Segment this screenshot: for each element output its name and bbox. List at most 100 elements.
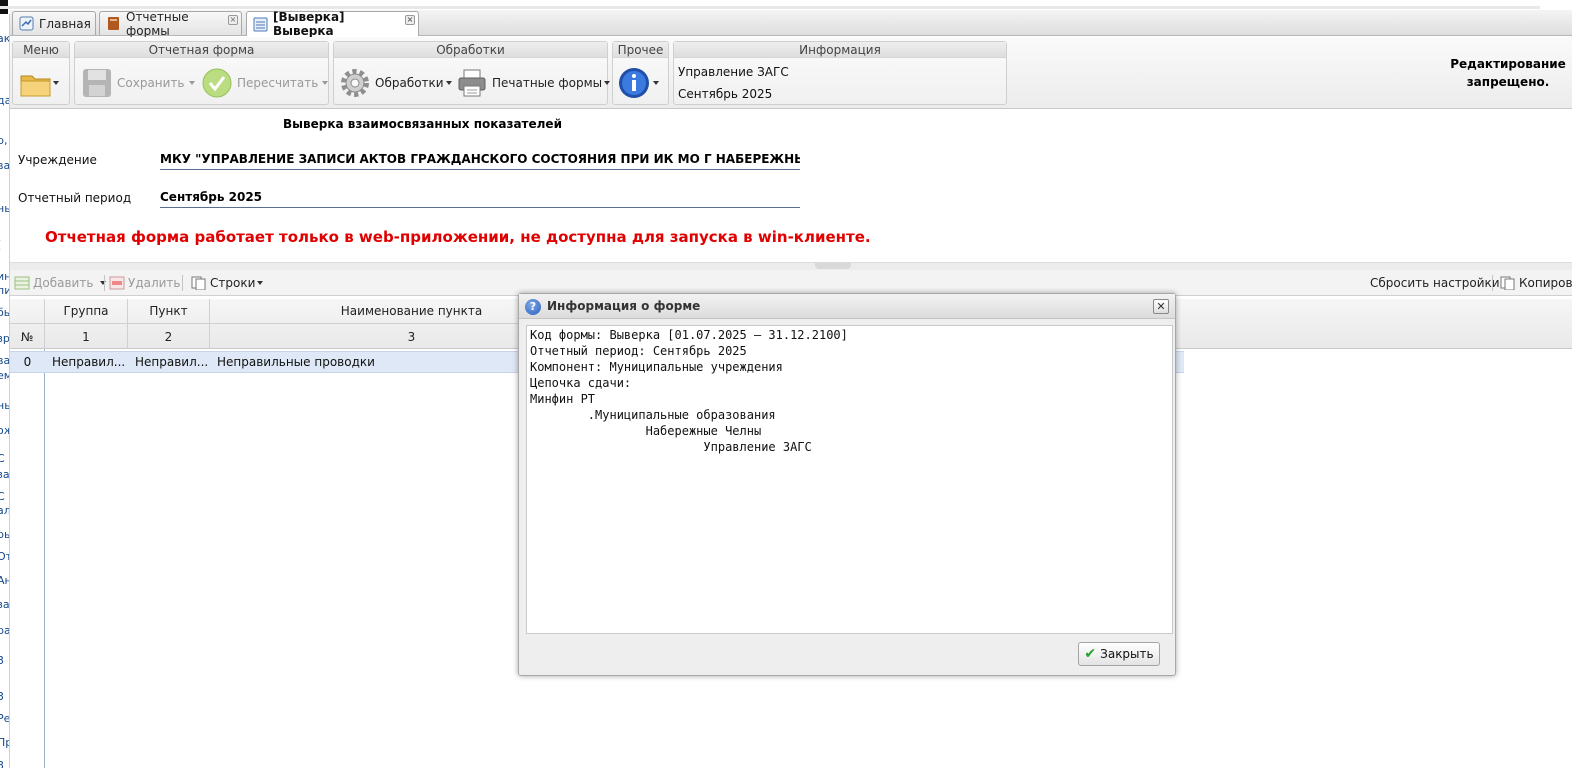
information-group: Информация Управление ЗАГС Сентябрь 2025: [673, 41, 1007, 105]
tab-label: [Выверка] Выверка: [273, 10, 345, 38]
rows-label: Строки: [210, 276, 256, 290]
header-empty: [10, 299, 45, 324]
tab-label: Главная: [39, 16, 91, 31]
tab-report-forms[interactable]: Отчетные формы ×: [99, 9, 242, 38]
sidebar-fragment[interactable]: ак: [0, 32, 9, 45]
sidebar-fragment[interactable]: С: [0, 490, 9, 503]
form-title: Выверка взаимосвязанных показателей: [283, 117, 562, 131]
sidebar-fragment[interactable]: С: [0, 452, 9, 465]
editing-forbidden-label: Редактирование запрещено.: [1450, 57, 1566, 89]
sidebar-fragment[interactable]: 3: [0, 759, 9, 768]
tab-main[interactable]: Главная: [12, 11, 96, 35]
row-number-column: [10, 349, 45, 768]
cell-item[interactable]: Неправил...: [128, 352, 210, 372]
sidebar-fragment[interactable]: Пр: [0, 736, 9, 749]
sidebar-fragment[interactable]: да: [0, 94, 9, 107]
help-icon: ?: [525, 299, 541, 315]
delete-row-icon: [109, 276, 125, 290]
dialog-header[interactable]: ? Информация о форме ✕: [519, 294, 1175, 319]
close-button[interactable]: ✔ Закрыть: [1078, 642, 1160, 666]
sidebar-fragment[interactable]: От: [0, 550, 9, 563]
group-title: Прочее: [613, 42, 668, 58]
header-col-1: 1: [45, 324, 128, 349]
sidebar-fragment[interactable]: за: [0, 468, 9, 481]
cell-item-name[interactable]: Неправильные проводки: [210, 352, 510, 372]
form-header: Выверка взаимосвязанных показателей Учре…: [10, 110, 1572, 262]
sidebar-fragment[interactable]: зр: [0, 332, 9, 345]
sidebar-fragment[interactable]: р,: [0, 134, 9, 147]
sidebar-fragment[interactable]: ры: [0, 528, 9, 541]
panel-splitter[interactable]: [10, 262, 1572, 270]
cell-num: 0: [23, 355, 32, 369]
splitter-grip[interactable]: [815, 263, 851, 269]
dialog-title: Информация о форме: [547, 299, 701, 313]
close-label: Закрыть: [1100, 647, 1154, 661]
sidebar-fragment[interactable]: ра: [0, 624, 9, 637]
close-icon[interactable]: ×: [405, 15, 415, 25]
sidebar-fragment[interactable]: бы: [0, 306, 9, 319]
save-icon: [81, 67, 113, 99]
sidebar-fragment[interactable]: ны: [0, 399, 9, 412]
sidebar-fragment[interactable]: за: [0, 598, 9, 611]
tab-bar: Главная Отчетные формы × [Выверка] Вывер…: [10, 9, 1572, 38]
info-button[interactable]: [618, 66, 659, 100]
delete-label: Удалить: [128, 276, 181, 290]
rows-button[interactable]: Строки: [191, 275, 264, 291]
report-form-group: Отчетная форма Сохранить Пересчитать: [74, 41, 329, 105]
form-icon: [253, 17, 268, 32]
group-title: Отчетная форма: [75, 42, 328, 58]
save-button[interactable]: Сохранить: [81, 66, 195, 100]
period-field[interactable]: Сентябрь 2025: [160, 190, 800, 208]
window-top-strip: [0, 0, 1572, 14]
close-icon[interactable]: ×: [228, 15, 238, 25]
copy-button[interactable]: Копирова: [1500, 275, 1572, 291]
sidebar-fragment[interactable]: 3: [0, 654, 9, 667]
cell-group[interactable]: Неправил...: [45, 352, 128, 372]
header-col-2: 2: [128, 324, 210, 349]
header-item[interactable]: Пункт: [128, 299, 210, 324]
processing-button[interactable]: Обработки: [339, 66, 452, 100]
processing-group: Обработки Обработки Печатные формы: [333, 41, 611, 105]
sidebar-fragment[interactable]: ал: [0, 504, 9, 517]
other-group: Прочее: [612, 41, 669, 105]
info-period: Сентябрь 2025: [678, 87, 773, 101]
copy-rows-icon: [191, 276, 207, 291]
print-forms-button[interactable]: Печатные формы: [456, 66, 611, 100]
reset-settings-button[interactable]: Сбросить настройки: [1370, 275, 1500, 291]
tab-label: Отчетные формы: [126, 9, 189, 38]
add-label: Добавить: [33, 276, 94, 290]
menu-button[interactable]: [19, 66, 59, 100]
home-icon: [19, 16, 34, 31]
institution-field[interactable]: МКУ "УПРАВЛЕНИЕ ЗАПИСИ АКТОВ ГРАЖДАНСКОГ…: [160, 152, 800, 170]
sidebar-fragment[interactable]: Ре: [0, 712, 9, 725]
recalc-button[interactable]: Пересчитать: [201, 66, 329, 100]
header-num: №: [10, 324, 45, 349]
printer-icon: [456, 67, 488, 99]
sidebar-fragment[interactable]: ны: [0, 202, 9, 215]
copy-label: Копирова: [1519, 276, 1572, 290]
delete-button[interactable]: Удалить: [109, 275, 181, 291]
sidebar-fragment[interactable]: 3: [0, 690, 9, 703]
left-sidebar-edge: ак да р, ва ны ( инпи бы зр ва ем ны ож Сза Сал ры От Ан з…: [0, 14, 10, 768]
sidebar-fragment[interactable]: ем: [0, 369, 9, 382]
header-group[interactable]: Группа: [45, 299, 128, 324]
sidebar-fragment[interactable]: ва: [0, 159, 9, 172]
sidebar-fragment[interactable]: ва: [0, 354, 9, 367]
sidebar-fragment[interactable]: пи: [0, 284, 9, 297]
save-label: Сохранить: [117, 76, 185, 90]
group-title: Информация: [674, 42, 1006, 58]
tab-reconciliation[interactable]: [Выверка] Выверка ×: [246, 10, 419, 38]
form-info-dialog: ? Информация о форме ✕ Код формы: Выверк…: [518, 293, 1176, 676]
checkmark-icon: ✔: [1084, 646, 1097, 662]
sidebar-fragment[interactable]: ож: [0, 424, 9, 437]
dialog-info-text[interactable]: Код формы: Выверка [01.07.2025 – 31.12.2…: [526, 325, 1173, 634]
check-icon: [201, 67, 233, 99]
add-button[interactable]: Добавить: [14, 275, 107, 291]
period-label: Отчетный период: [18, 191, 132, 205]
sidebar-fragment[interactable]: ин: [0, 270, 9, 283]
sidebar-fragment[interactable]: (: [0, 238, 9, 251]
add-row-icon: [14, 276, 30, 290]
sidebar-fragment[interactable]: Ан: [0, 574, 9, 587]
close-icon[interactable]: ✕: [1153, 299, 1169, 314]
reset-settings-label: Сбросить настройки: [1370, 276, 1500, 290]
